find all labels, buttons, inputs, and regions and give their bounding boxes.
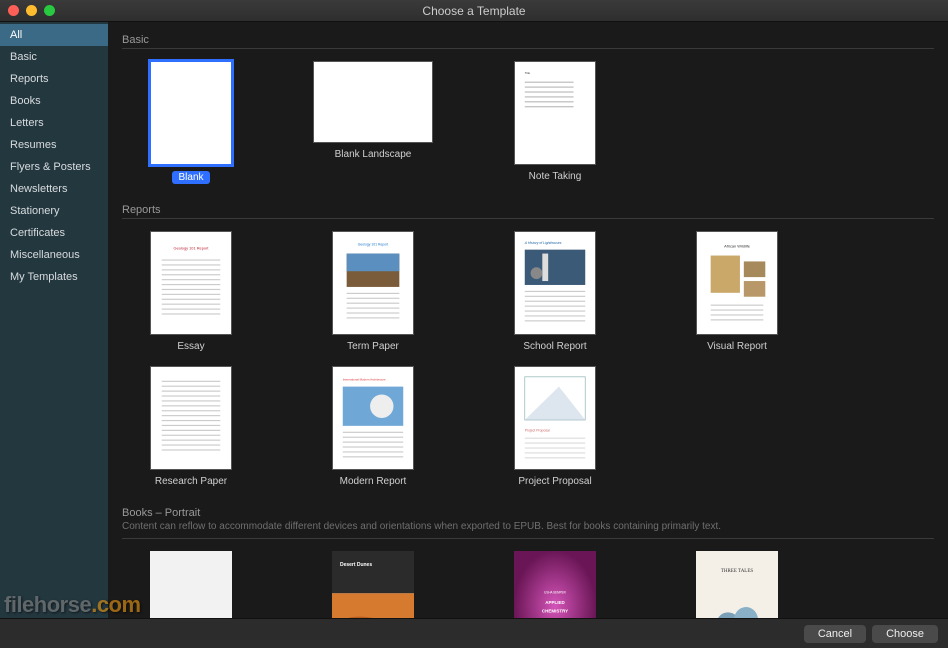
sidebar-item-resumes[interactable]: Resumes	[0, 134, 108, 156]
footer: Cancel Choose	[0, 618, 948, 648]
template-thumb: Geology 101 Report	[150, 231, 232, 335]
close-icon[interactable]	[8, 5, 19, 16]
sidebar-item-flyers-posters[interactable]: Flyers & Posters	[0, 156, 108, 178]
template-blank-landscape[interactable]: Blank Landscape	[304, 61, 442, 184]
template-label: Note Taking	[529, 171, 582, 182]
svg-text:USHA SEMPER: USHA SEMPER	[544, 590, 566, 594]
template-modern-report[interactable]: International Modern Architecture Modern …	[304, 366, 442, 487]
sidebar-item-newsletters[interactable]: Newsletters	[0, 178, 108, 200]
svg-text:APPLIED: APPLIED	[545, 600, 565, 605]
template-label: Term Paper	[347, 341, 399, 352]
template-thumb: Title	[514, 61, 596, 165]
svg-text:Title: Title	[525, 71, 531, 75]
template-thumb: USHA SEMPERAPPLIEDCHEMISTRYFIRST EDITION	[514, 551, 596, 618]
template-thumb: International Modern Architecture	[332, 366, 414, 470]
template-book-blank[interactable]	[122, 551, 260, 618]
template-thumb	[313, 61, 433, 143]
template-label: Blank	[172, 171, 209, 184]
section-title: Reports	[122, 204, 934, 216]
template-thumb: African Wildlife	[696, 231, 778, 335]
template-thumb	[150, 366, 232, 470]
svg-text:Geology 101 Report: Geology 101 Report	[174, 246, 210, 251]
choose-button[interactable]: Choose	[872, 625, 938, 643]
section-subtitle: Content can reflow to accommodate differ…	[122, 521, 934, 532]
sidebar-item-stationery[interactable]: Stationery	[0, 200, 108, 222]
sidebar-item-books[interactable]: Books	[0, 90, 108, 112]
template-label: Essay	[177, 341, 204, 352]
template-blank[interactable]: Blank	[122, 61, 260, 184]
section-title: Books – Portrait	[122, 507, 934, 519]
svg-text:African Wildlife: African Wildlife	[724, 244, 750, 249]
sidebar: AllBasicReportsBooksLettersResumesFlyers…	[0, 22, 108, 618]
svg-text:THREE TALES: THREE TALES	[721, 568, 753, 574]
template-label: Visual Report	[707, 341, 767, 352]
template-label: Project Proposal	[518, 476, 591, 487]
window-controls	[8, 5, 55, 16]
template-label: Blank Landscape	[335, 149, 412, 160]
template-thumb	[150, 551, 232, 618]
window-title: Choose a Template	[0, 4, 948, 18]
template-thumb: THREE TALES	[696, 551, 778, 618]
sidebar-item-basic[interactable]: Basic	[0, 46, 108, 68]
content-area: Basic Blank Blank Landscape Title Note Takin…	[108, 22, 948, 618]
svg-text:CHEMISTRY: CHEMISTRY	[542, 608, 569, 613]
template-three-tales[interactable]: THREE TALES	[668, 551, 806, 618]
template-applied-chem[interactable]: USHA SEMPERAPPLIEDCHEMISTRYFIRST EDITION	[486, 551, 624, 618]
sidebar-item-certificates[interactable]: Certificates	[0, 222, 108, 244]
template-visual-report[interactable]: African Wildlife Visual Report	[668, 231, 806, 352]
svg-text:Desert Dunes: Desert Dunes	[340, 562, 372, 568]
svg-text:Geology 101 Report: Geology 101 Report	[358, 243, 388, 247]
sidebar-item-reports[interactable]: Reports	[0, 68, 108, 90]
template-thumb: Desert Dunes	[332, 551, 414, 618]
template-thumb: Project Proposal	[514, 366, 596, 470]
sidebar-item-letters[interactable]: Letters	[0, 112, 108, 134]
sidebar-item-my-templates[interactable]: My Templates	[0, 266, 108, 288]
template-essay[interactable]: Geology 101 Report Essay	[122, 231, 260, 352]
template-project-proposal[interactable]: Project Proposal Project Proposal	[486, 366, 624, 487]
minimize-icon[interactable]	[26, 5, 37, 16]
sidebar-item-miscellaneous[interactable]: Miscellaneous	[0, 244, 108, 266]
template-thumb	[150, 61, 232, 165]
template-desert-dunes[interactable]: Desert Dunes	[304, 551, 442, 618]
section-title: Basic	[122, 34, 934, 46]
template-label: Research Paper	[155, 476, 227, 487]
svg-text:A History of Lighthouses: A History of Lighthouses	[524, 241, 562, 245]
svg-text:International Modern Architect: International Modern Architecture	[343, 378, 386, 382]
sidebar-item-all[interactable]: All	[0, 24, 108, 46]
template-label: School Report	[523, 341, 586, 352]
template-label: Modern Report	[340, 476, 407, 487]
titlebar: Choose a Template	[0, 0, 948, 22]
svg-text:Project Proposal: Project Proposal	[525, 429, 550, 433]
template-research-paper[interactable]: Research Paper	[122, 366, 260, 487]
maximize-icon[interactable]	[44, 5, 55, 16]
template-term-paper[interactable]: Geology 101 Report Term Paper	[304, 231, 442, 352]
template-thumb: A History of Lighthouses	[514, 231, 596, 335]
template-note-taking[interactable]: Title Note Taking	[486, 61, 624, 184]
template-thumb: Geology 101 Report	[332, 231, 414, 335]
cancel-button[interactable]: Cancel	[804, 625, 866, 643]
template-school-report[interactable]: A History of Lighthouses School Report	[486, 231, 624, 352]
